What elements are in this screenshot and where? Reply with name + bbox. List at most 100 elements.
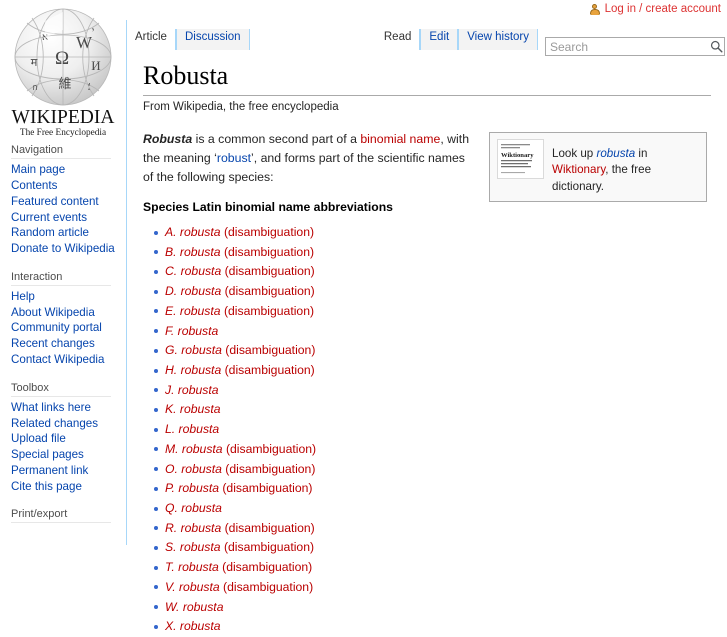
list-item: Main page bbox=[11, 162, 126, 178]
tab-article[interactable]: Article bbox=[127, 29, 176, 50]
list-item: Cite this page bbox=[11, 479, 126, 495]
user-avatar-icon bbox=[589, 3, 601, 15]
sidebar-list-interaction: Help About Wikipedia Community portal Re… bbox=[11, 289, 126, 368]
species-name: M. robusta bbox=[165, 441, 223, 456]
sidebar-section-print-export: Print/export bbox=[0, 504, 126, 524]
sidebar-heading-toolbox: Toolbox bbox=[11, 378, 111, 397]
species-disambiguation-suffix: (disambiguation) bbox=[222, 441, 317, 456]
species-name: J. robusta bbox=[165, 382, 219, 397]
sidebar-item-what-links-here[interactable]: What links here bbox=[11, 401, 91, 414]
sidebar-item-random-article[interactable]: Random article bbox=[11, 226, 89, 239]
species-link[interactable]: V. robusta (disambiguation) bbox=[165, 580, 313, 594]
view-tabs: Read Edit View history bbox=[375, 20, 538, 50]
robust-link[interactable]: robust bbox=[217, 151, 251, 165]
sidebar-item-related-changes[interactable]: Related changes bbox=[11, 417, 98, 430]
species-link[interactable]: A. robusta (disambiguation) bbox=[165, 225, 314, 239]
wikt-text-part1: Look up bbox=[552, 146, 597, 160]
list-item: Upload file bbox=[11, 431, 126, 447]
species-link[interactable]: E. robusta (disambiguation) bbox=[165, 304, 314, 318]
species-name: V. robusta bbox=[165, 579, 220, 594]
tab-view-history[interactable]: View history bbox=[458, 29, 538, 50]
species-name: X. robusta bbox=[165, 619, 221, 634]
sidebar-item-cite-this-page[interactable]: Cite this page bbox=[11, 480, 82, 493]
species-link[interactable]: H. robusta (disambiguation) bbox=[165, 363, 315, 377]
species-disambiguation-suffix: (disambiguation) bbox=[220, 540, 315, 555]
species-link[interactable]: T. robusta (disambiguation) bbox=[165, 560, 312, 574]
species-link[interactable]: Q. robusta bbox=[165, 501, 222, 515]
sidebar-item-recent-changes[interactable]: Recent changes bbox=[11, 337, 95, 350]
article-body: Robusta From Wikipedia, the free encyclo… bbox=[127, 50, 727, 637]
species-link[interactable]: L. robusta bbox=[165, 422, 219, 436]
site-subtitle: From Wikipedia, the free encyclopedia bbox=[143, 100, 339, 113]
sidebar-section-toolbox: Toolbox What links here Related changes … bbox=[0, 378, 126, 495]
species-link[interactable]: K. robusta bbox=[165, 402, 221, 416]
sidebar-item-community-portal[interactable]: Community portal bbox=[11, 321, 102, 334]
species-link[interactable]: W. robusta bbox=[165, 600, 223, 614]
species-link[interactable]: S. robusta (disambiguation) bbox=[165, 540, 314, 554]
species-disambiguation-suffix: (disambiguation) bbox=[221, 461, 316, 476]
species-name: W. robusta bbox=[165, 599, 224, 614]
species-link[interactable]: O. robusta (disambiguation) bbox=[165, 462, 315, 476]
species-disambiguation-suffix: (disambiguation) bbox=[221, 264, 315, 279]
wiktionary-link[interactable]: Wiktionary bbox=[552, 163, 605, 176]
list-item: Contents bbox=[11, 178, 126, 194]
sidebar-item-about-wikipedia[interactable]: About Wikipedia bbox=[11, 306, 95, 319]
species-list-item: L. robusta bbox=[154, 420, 711, 440]
species-list-item: X. robusta bbox=[154, 617, 711, 637]
sidebar-item-featured-content[interactable]: Featured content bbox=[11, 195, 99, 208]
wikt-term-link[interactable]: robusta bbox=[596, 147, 635, 160]
list-item: Help bbox=[11, 289, 126, 305]
tab-discussion[interactable]: Discussion bbox=[175, 29, 250, 50]
sidebar-item-current-events[interactable]: Current events bbox=[11, 211, 87, 224]
species-link[interactable]: B. robusta (disambiguation) bbox=[165, 245, 314, 259]
species-link[interactable]: D. robusta (disambiguation) bbox=[165, 284, 315, 298]
tab-edit[interactable]: Edit bbox=[420, 29, 459, 50]
sidebar-heading-print-export: Print/export bbox=[11, 504, 111, 524]
list-item: Permanent link bbox=[11, 463, 126, 479]
sidebar-item-upload-file[interactable]: Upload file bbox=[11, 432, 66, 445]
sidebar-section-interaction: Interaction Help About Wikipedia Communi… bbox=[0, 267, 126, 368]
wikipedia-logo[interactable]: Ω W И 維 म א י ؛ ก WIKIPEDIA The Free Enc… bbox=[0, 0, 126, 140]
species-link[interactable]: J. robusta bbox=[165, 383, 219, 397]
list-item: Donate to Wikipedia bbox=[11, 241, 126, 257]
sidebar-item-contact-wikipedia[interactable]: Contact Wikipedia bbox=[11, 353, 104, 366]
sidebar-item-special-pages[interactable]: Special pages bbox=[11, 448, 84, 461]
species-name: A. robusta bbox=[165, 224, 221, 239]
species-link[interactable]: C. robusta (disambiguation) bbox=[165, 264, 315, 278]
species-list-item: M. robusta (disambiguation) bbox=[154, 440, 711, 460]
sidebar-item-donate[interactable]: Donate to Wikipedia bbox=[11, 242, 115, 255]
species-link[interactable]: R. robusta (disambiguation) bbox=[165, 521, 315, 535]
sidebar-item-help[interactable]: Help bbox=[11, 290, 35, 303]
species-link[interactable]: G. robusta (disambiguation) bbox=[165, 343, 315, 357]
species-list-item: C. robusta (disambiguation) bbox=[154, 262, 711, 282]
binomial-name-link[interactable]: binomial name bbox=[360, 132, 440, 146]
sidebar-item-main-page[interactable]: Main page bbox=[11, 163, 65, 176]
wiktionary-sister-box: Wiktionary Look up robusta in Wiktionary… bbox=[489, 131, 707, 203]
species-list: A. robusta (disambiguation) B. robusta (d… bbox=[143, 223, 711, 637]
tab-strip: Article Discussion Read Edit View histor… bbox=[127, 20, 727, 56]
page-title: Robusta bbox=[143, 61, 711, 96]
species-disambiguation-suffix: (disambiguation) bbox=[218, 481, 313, 496]
species-list-item: F. robusta bbox=[154, 322, 711, 342]
species-link[interactable]: X. robusta bbox=[165, 619, 221, 633]
sidebar-list-toolbox: What links here Related changes Upload f… bbox=[11, 400, 126, 495]
species-name: L. robusta bbox=[165, 422, 220, 437]
sidebar-item-permanent-link[interactable]: Permanent link bbox=[11, 464, 88, 477]
content-area: Article Discussion Read Edit View histor… bbox=[126, 20, 727, 633]
sidebar-item-contents[interactable]: Contents bbox=[11, 179, 57, 192]
tab-read[interactable]: Read bbox=[375, 29, 421, 50]
species-disambiguation-suffix: (disambiguation) bbox=[221, 284, 315, 299]
svg-text:И: И bbox=[91, 58, 100, 73]
species-name: R. robusta bbox=[165, 520, 222, 535]
species-link[interactable]: P. robusta (disambiguation) bbox=[165, 481, 312, 495]
species-link[interactable]: F. robusta bbox=[165, 324, 218, 338]
login-create-account-link[interactable]: Log in / create account bbox=[605, 3, 721, 15]
personal-tools-bar: Log in / create account bbox=[589, 0, 721, 18]
sidebar-heading-interaction: Interaction bbox=[11, 267, 111, 286]
species-link[interactable]: M. robusta (disambiguation) bbox=[165, 442, 316, 456]
wikipedia-tagline: The Free Encyclopedia bbox=[20, 128, 106, 138]
species-disambiguation-suffix: (disambiguation) bbox=[221, 520, 315, 535]
svg-text:Wiktionary: Wiktionary bbox=[501, 152, 534, 159]
svg-text:Ω: Ω bbox=[55, 48, 69, 69]
species-name: H. robusta bbox=[165, 362, 222, 377]
